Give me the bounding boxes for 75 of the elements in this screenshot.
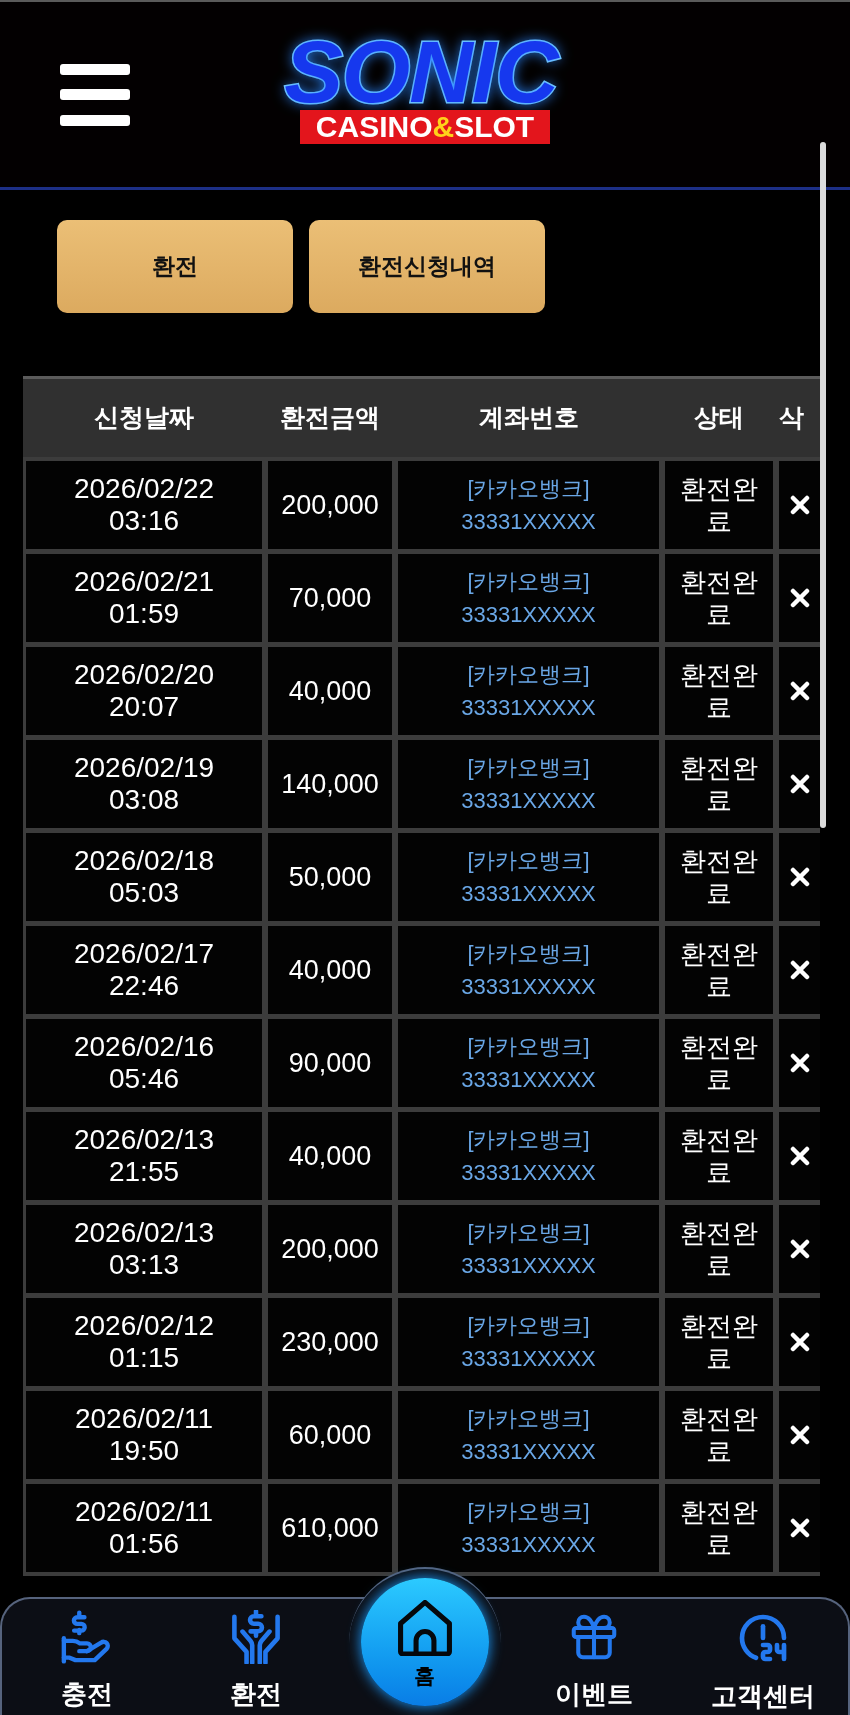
logo-banner: CASINO&SLOT	[299, 110, 551, 144]
nav-item[interactable]: 충전	[2, 1599, 172, 1715]
amount-text: 200,000	[281, 489, 379, 521]
logo-wordmark: SONIC	[284, 32, 561, 112]
date-time-text: 2026/02/13 03:13	[73, 1217, 215, 1281]
action-button[interactable]: 환전	[57, 220, 293, 313]
delete-icon[interactable]	[789, 1239, 810, 1259]
status-text: 환전완료	[679, 1496, 759, 1560]
date-time-text: 2026/02/17 22:46	[73, 938, 215, 1002]
amount-text: 40,000	[288, 1140, 372, 1172]
column-header: 상태	[694, 402, 744, 434]
delete-icon[interactable]	[789, 774, 810, 794]
amount-text: 90,000	[288, 1047, 372, 1079]
date-time-text: 2026/02/11 19:50	[74, 1403, 214, 1467]
amount-text: 40,000	[288, 954, 372, 986]
status-text: 환전완료	[679, 845, 759, 909]
account-text: [카카오뱅크] 33331XXXXX	[461, 661, 596, 722]
account-text: [카카오뱅크] 33331XXXXX	[461, 847, 596, 908]
delete-icon[interactable]	[789, 960, 810, 980]
account-text: [카카오뱅크] 33331XXXXX	[461, 475, 596, 536]
account-text: [카카오뱅크] 33331XXXXX	[461, 1405, 596, 1466]
date-time-text: 2026/02/19 03:08	[73, 752, 215, 816]
account-text: [카카오뱅크] 33331XXXXX	[461, 754, 596, 815]
amount-text: 60,000	[288, 1419, 372, 1451]
account-text: [카카오뱅크] 33331XXXXX	[461, 1219, 596, 1280]
delete-icon[interactable]	[789, 1425, 810, 1445]
status-text: 환전완료	[679, 1124, 759, 1188]
date-time-text: 2026/02/18 05:03	[73, 845, 215, 909]
date-time-text: 2026/02/16 05:46	[73, 1031, 215, 1095]
delete-icon[interactable]	[789, 495, 810, 515]
column-header: 환전금액	[280, 402, 380, 434]
status-text: 환전완료	[679, 659, 759, 723]
date-time-text: 2026/02/13 21:55	[73, 1124, 215, 1188]
column-header: 신청날짜	[94, 402, 194, 434]
status-text: 환전완료	[679, 473, 759, 537]
amount-text: 70,000	[288, 582, 372, 614]
date-time-text: 2026/02/22 03:16	[73, 473, 215, 537]
menu-icon[interactable]	[60, 64, 130, 126]
amount-text: 200,000	[281, 1233, 379, 1265]
date-time-text: 2026/02/12 01:15	[73, 1310, 215, 1374]
delete-icon[interactable]	[789, 867, 810, 887]
amount-text: 140,000	[281, 768, 379, 800]
delete-icon[interactable]	[789, 588, 810, 608]
nav-item[interactable]: 이벤트	[509, 1599, 679, 1715]
account-text: [카카오뱅크] 33331XXXXX	[461, 940, 596, 1001]
nav-item[interactable]: 고객센터	[678, 1599, 848, 1715]
amount-text: 40,000	[288, 675, 372, 707]
amount-text: 230,000	[281, 1326, 379, 1358]
nav-item[interactable]: 환전	[171, 1599, 341, 1715]
date-time-text: 2026/02/21 01:59	[73, 566, 215, 630]
account-text: [카카오뱅크] 33331XXXXX	[461, 1126, 596, 1187]
account-text: [카카오뱅크] 33331XXXXX	[461, 1033, 596, 1094]
delete-icon[interactable]	[789, 1053, 810, 1073]
status-text: 환전완료	[679, 1403, 759, 1467]
delete-icon[interactable]	[789, 681, 810, 701]
delete-icon[interactable]	[789, 1332, 810, 1352]
date-time-text: 2026/02/11 01:56	[74, 1496, 214, 1560]
delete-icon[interactable]	[789, 1146, 810, 1166]
column-header: 계좌번호	[478, 402, 579, 434]
scrollbar[interactable]	[820, 142, 826, 828]
delete-icon[interactable]	[789, 1518, 810, 1538]
column-header: 삭	[779, 402, 804, 434]
status-text: 환전완료	[679, 752, 759, 816]
status-text: 환전완료	[679, 1217, 759, 1281]
status-text: 환전완료	[679, 566, 759, 630]
status-text: 환전완료	[679, 1031, 759, 1095]
action-button[interactable]: 환전신청내역	[309, 220, 545, 313]
status-text: 환전완료	[679, 1310, 759, 1374]
amount-text: 610,000	[281, 1512, 379, 1544]
account-text: [카카오뱅크] 33331XXXXX	[461, 568, 596, 629]
amount-text: 50,000	[288, 861, 372, 893]
account-text: [카카오뱅크] 33331XXXXX	[461, 1498, 596, 1559]
account-text: [카카오뱅크] 33331XXXXX	[461, 1312, 596, 1373]
date-time-text: 2026/02/20 20:07	[73, 659, 215, 723]
status-text: 환전완료	[679, 938, 759, 1002]
